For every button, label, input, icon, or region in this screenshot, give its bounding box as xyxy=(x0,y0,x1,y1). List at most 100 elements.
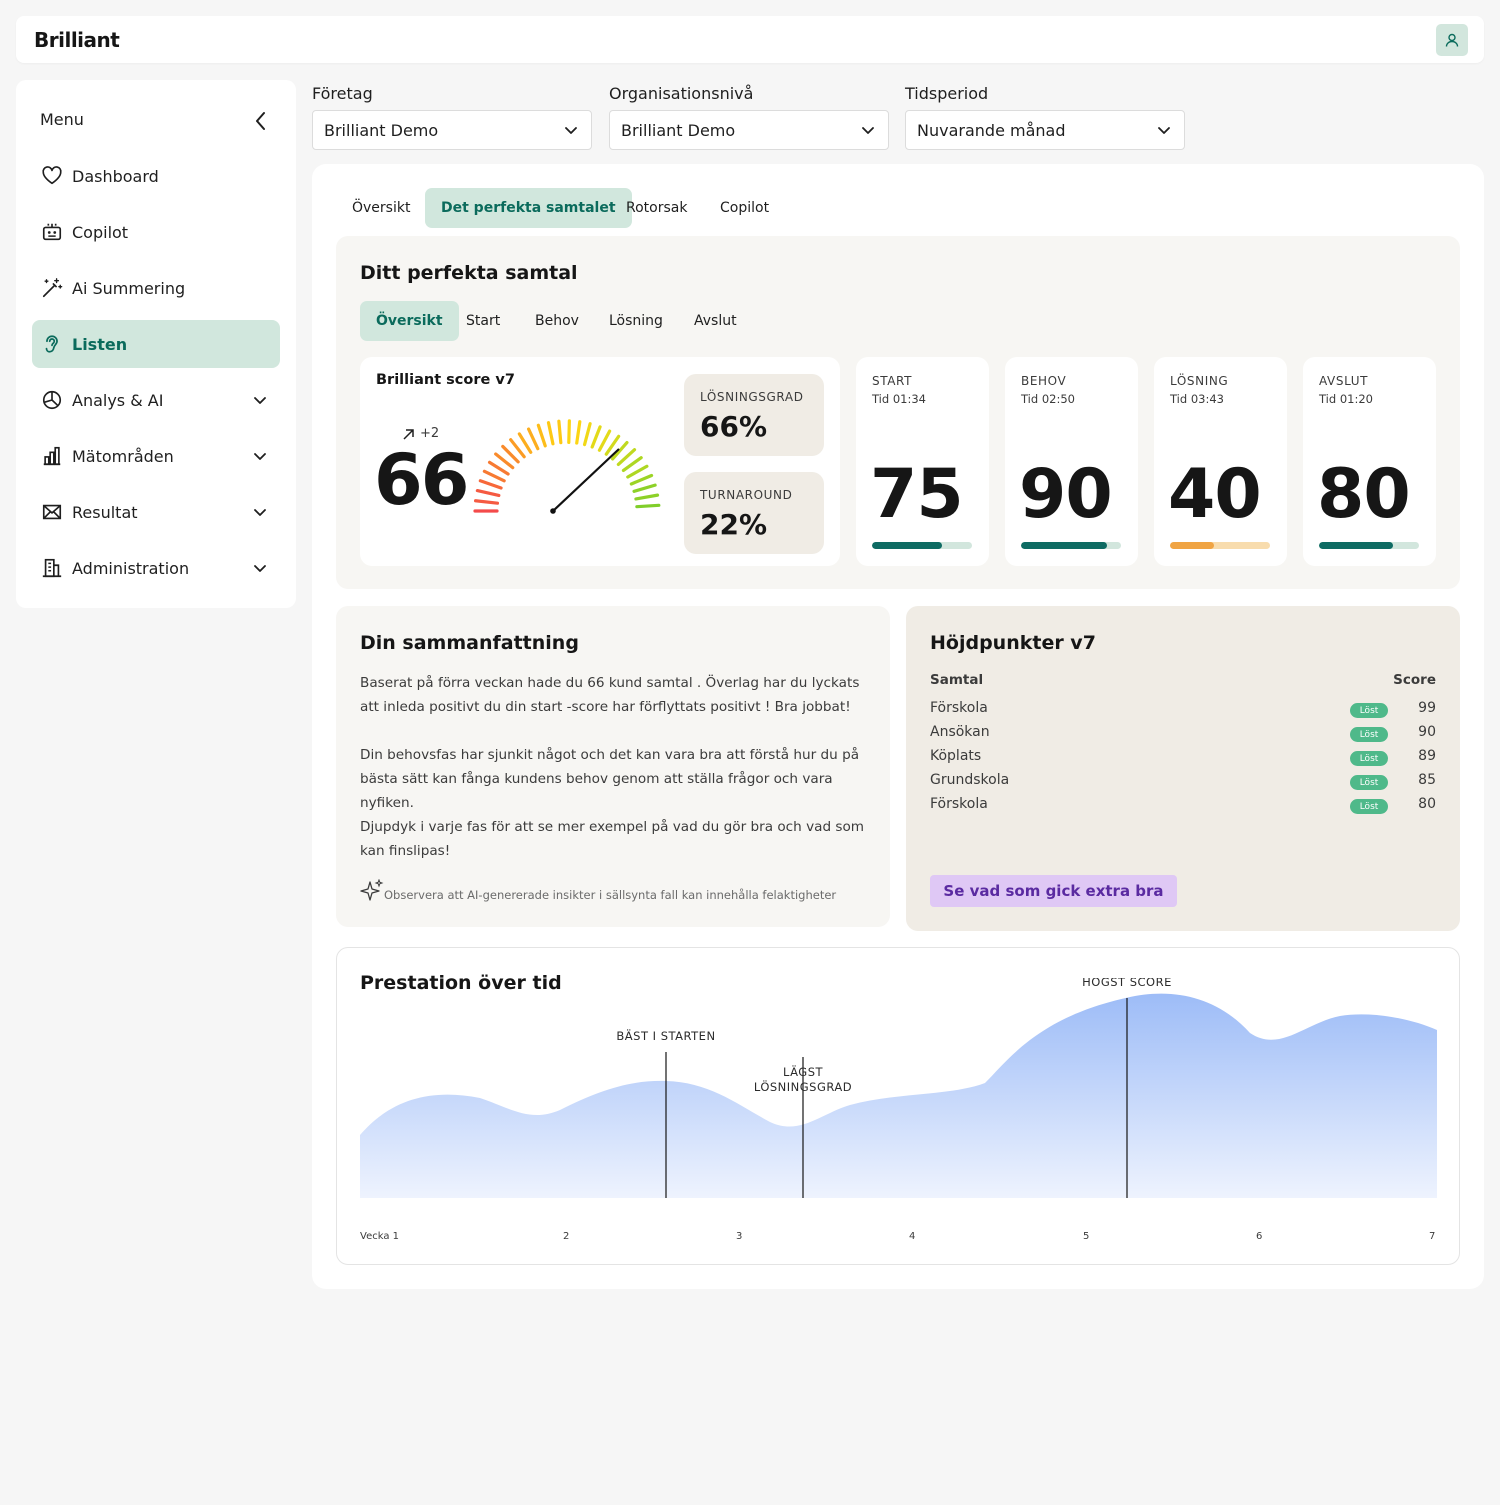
status-badge: Löst xyxy=(1350,703,1388,718)
sidebar-item-label: Analys & AI xyxy=(72,390,164,410)
score-value: 66 xyxy=(374,439,469,521)
chevron-down-icon[interactable] xyxy=(248,444,272,468)
sidebar-item-listen[interactable]: Listen xyxy=(32,320,280,368)
summary-paragraph: Djupdyk i varje fas för att se mer exemp… xyxy=(360,819,865,859)
main-panel: Översikt Det perfekta samtalet Rotorsak … xyxy=(312,164,1484,1289)
chevron-down-icon[interactable] xyxy=(248,388,272,412)
gauge-tick xyxy=(582,422,592,447)
highlights-title: Höjdpunkter v7 xyxy=(930,632,1096,654)
gauge-tick xyxy=(527,427,540,451)
see-highlights-button[interactable]: Se vad som gick extra bra xyxy=(930,875,1177,907)
phase-progress-fill xyxy=(872,542,942,549)
user-avatar[interactable] xyxy=(1436,24,1468,56)
phase-score: 90 xyxy=(1019,455,1113,534)
gauge-tick xyxy=(632,483,657,493)
score-card-title: Brilliant score v7 xyxy=(376,372,515,388)
sidebar-item-resultat[interactable]: Resultat xyxy=(32,488,280,536)
period-filter: Tidsperiod Nuvarande månad xyxy=(905,84,1185,150)
chevron-down-icon[interactable] xyxy=(248,500,272,524)
sidebar-item-administration[interactable]: Administration xyxy=(32,544,280,592)
pie-chart-icon xyxy=(40,388,64,412)
turnaround-pill: TURNAROUND 22% xyxy=(684,472,824,554)
phase-card-losning[interactable]: LÖSNING Tid 03:43 40 xyxy=(1154,357,1287,566)
phase-score: 80 xyxy=(1317,455,1411,534)
phase-progress-bar xyxy=(872,542,972,549)
x-tick-label: 3 xyxy=(736,1231,743,1242)
phase-card-avslut[interactable]: AVSLUT Tid 01:20 80 xyxy=(1303,357,1436,566)
gauge-tick xyxy=(597,429,612,452)
highlight-row[interactable]: Grundskola Löst 85 xyxy=(930,770,1436,794)
column-header-score: Score xyxy=(1393,672,1436,688)
summary-card: Din sammanfattning Baserat på förra veck… xyxy=(336,606,890,927)
phase-name: LÖSNING xyxy=(1170,374,1229,388)
gauge-tick xyxy=(634,493,660,501)
gauge-tick xyxy=(546,421,555,446)
sidebar-item-matomraden[interactable]: Mätområden xyxy=(32,432,280,480)
company-filter-label: Företag xyxy=(312,84,373,103)
user-icon xyxy=(1445,33,1459,47)
tab-rotorsak[interactable]: Rotorsak xyxy=(610,188,703,228)
sidebar-item-label: Resultat xyxy=(72,502,138,522)
tab-det-perfekta-samtalet[interactable]: Det perfekta samtalet xyxy=(425,188,632,228)
phase-time: Tid 02:50 xyxy=(1021,392,1075,406)
phase-card-start[interactable]: START Tid 01:34 75 xyxy=(856,357,989,566)
annotation-label: BÄST I STARTEN xyxy=(616,1028,715,1043)
org-level-select[interactable]: Brilliant Demo xyxy=(609,110,889,150)
subtab-start[interactable]: Start xyxy=(450,301,516,341)
gauge-tick xyxy=(629,473,654,486)
performance-card: Prestation över tid BÄST I STARTEN LÄGST L… xyxy=(336,947,1460,1265)
ear-icon xyxy=(40,332,64,356)
gauge-tick xyxy=(536,423,547,448)
phase-progress-bar xyxy=(1170,542,1270,549)
sidebar-item-analys-ai[interactable]: Analys & AI xyxy=(32,376,280,424)
highlight-row[interactable]: Förskola Löst 99 xyxy=(930,698,1436,722)
tab-copilot[interactable]: Copilot xyxy=(704,188,785,228)
org-level-filter: Organisationsnivå Brilliant Demo xyxy=(609,84,889,150)
highlight-call-name: Köplats xyxy=(930,748,982,764)
phase-name: AVSLUT xyxy=(1319,374,1369,388)
highlight-row[interactable]: Köplats Löst 89 xyxy=(930,746,1436,770)
phase-score: 75 xyxy=(870,455,964,534)
turnaround-value: 22% xyxy=(700,508,768,541)
subtab-losning[interactable]: Lösning xyxy=(593,301,679,341)
sidebar-item-ai-summering[interactable]: Ai Summering xyxy=(32,264,280,312)
highlight-call-name: Förskola xyxy=(930,796,988,812)
performance-area xyxy=(360,993,1437,1198)
subtab-avslut[interactable]: Avslut xyxy=(678,301,753,341)
gauge-needle-pivot xyxy=(550,508,556,514)
summary-paragraph: Din behovsfas har sjunkit något och det … xyxy=(360,747,860,811)
gauge-tick xyxy=(473,499,500,505)
company-select[interactable]: Brilliant Demo xyxy=(312,110,592,150)
status-badge: Löst xyxy=(1350,751,1388,766)
highlight-score: 89 xyxy=(1418,748,1436,764)
sidebar-item-label: Ai Summering xyxy=(72,278,186,298)
period-select[interactable]: Nuvarande månad xyxy=(905,110,1185,150)
sidebar-item-copilot[interactable]: Copilot xyxy=(32,208,280,256)
summary-title: Din sammanfattning xyxy=(360,632,579,654)
phase-name: START xyxy=(872,374,913,388)
highlight-row[interactable]: Ansökan Löst 90 xyxy=(930,722,1436,746)
tab-oversikt[interactable]: Översikt xyxy=(336,188,426,228)
period-filter-label: Tidsperiod xyxy=(905,84,989,103)
gauge-needle xyxy=(552,448,620,512)
chevron-down-icon[interactable] xyxy=(248,556,272,580)
period-select-value: Nuvarande månad xyxy=(917,120,1066,140)
phase-progress-bar xyxy=(1319,542,1419,549)
chevron-down-icon xyxy=(565,127,577,134)
x-tick-label: 2 xyxy=(563,1231,570,1242)
sparkle-icon xyxy=(360,879,384,901)
building-icon xyxy=(40,556,64,580)
phase-time: Tid 03:43 xyxy=(1170,392,1224,406)
subtab-behov[interactable]: Behov xyxy=(519,301,595,341)
chevron-down-icon xyxy=(862,127,874,134)
gauge-tick xyxy=(626,464,649,479)
sidebar-item-dashboard[interactable]: Dashboard xyxy=(32,152,280,200)
subtab-oversikt[interactable]: Översikt xyxy=(360,301,459,341)
top-bar: Brilliant xyxy=(16,16,1484,63)
chevron-left-icon[interactable] xyxy=(250,110,272,132)
brilliant-logo[interactable]: Brilliant xyxy=(34,28,120,52)
highlight-row[interactable]: Förskola Löst 80 xyxy=(930,794,1436,818)
gauge-tick xyxy=(635,503,661,509)
gauge-tick xyxy=(478,479,503,490)
phase-card-behov[interactable]: BEHOV Tid 02:50 90 xyxy=(1005,357,1138,566)
